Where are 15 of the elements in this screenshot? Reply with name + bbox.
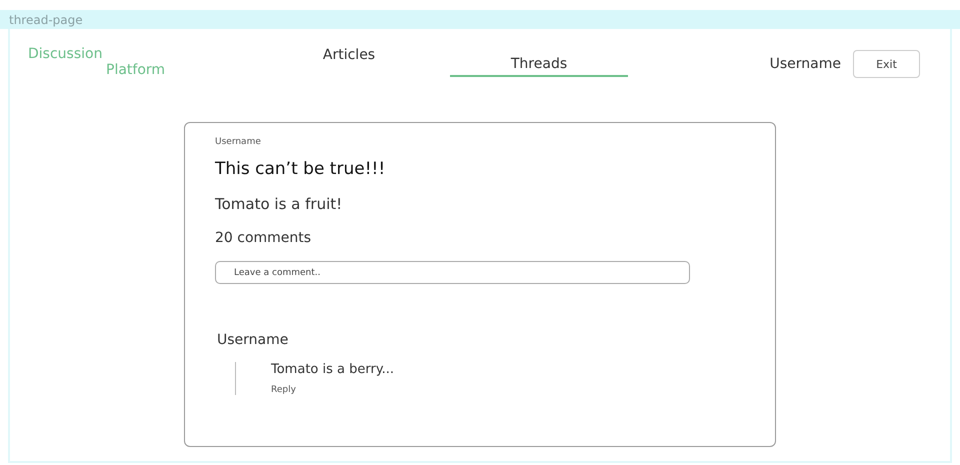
author-name: Username: [215, 137, 261, 147]
logo-text: Platform: [106, 62, 166, 78]
username: Username: [770, 56, 841, 72]
nav-tab[interactable]: Articles: [284, 46, 414, 77]
frame-label: thread-page: [9, 12, 83, 26]
comment-field[interactable]: Leave a comment..: [215, 261, 690, 284]
thread-title: This can’t be true!!!: [215, 159, 386, 179]
exit-button[interactable]: Exit: [853, 50, 920, 78]
comment-author: Username: [217, 332, 290, 348]
nav-tab[interactable]: Threads: [450, 46, 628, 77]
logo-text: Discussion: [28, 46, 104, 62]
comment-text: Tomato is a berry...: [271, 362, 394, 377]
thread-body: Tomato is a fruit!: [215, 195, 342, 213]
comment-count: 20 comments: [215, 230, 312, 246]
reply-link[interactable]: Reply: [271, 385, 296, 395]
